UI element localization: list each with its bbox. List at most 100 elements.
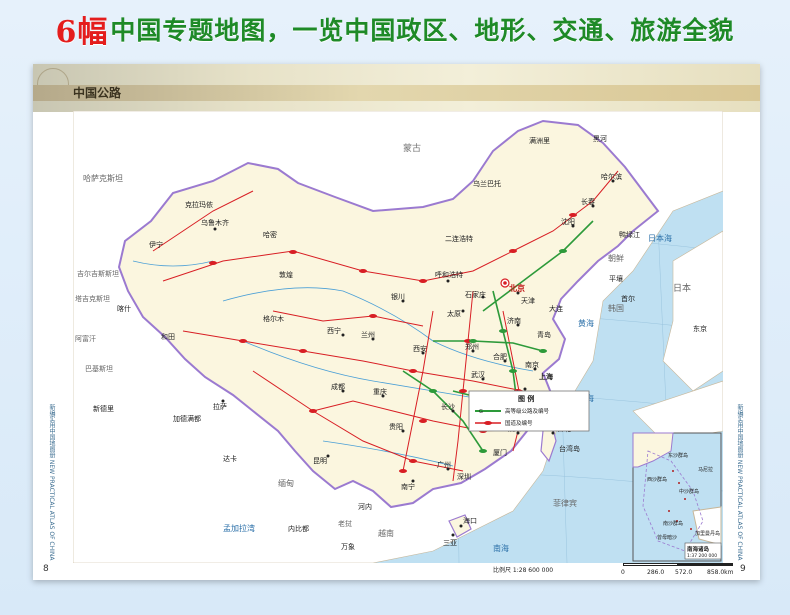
label-hanoi: 河内 bbox=[358, 502, 372, 511]
label-tianjin: 天津 bbox=[521, 297, 535, 305]
label-dalian: 大连 bbox=[549, 304, 563, 313]
label-chengdu: 成都 bbox=[331, 382, 345, 391]
label-kunming: 昆明 bbox=[313, 457, 327, 465]
scale-tick-0: 0 bbox=[621, 569, 625, 576]
scale-tick-3: 858.0km bbox=[707, 569, 734, 576]
legend-expressway-code: G bbox=[479, 409, 483, 415]
label-lanzhou: 兰州 bbox=[361, 330, 375, 339]
label-shanghai: 上海 bbox=[539, 372, 553, 381]
label-kashi: 喀什 bbox=[117, 304, 131, 313]
label-yinchuan: 银川 bbox=[391, 292, 405, 301]
legend-national-road-shield bbox=[484, 421, 492, 425]
label-hami: 哈密 bbox=[263, 230, 277, 239]
label-manzhouli: 满洲里 bbox=[529, 136, 550, 145]
label-yalu: 鸭绿江 bbox=[619, 230, 640, 239]
label-erenhot: 二连浩特 bbox=[445, 234, 473, 243]
label-dunhuang: 敦煌 bbox=[279, 270, 293, 279]
label-harbin: 哈尔滨 bbox=[601, 172, 622, 181]
label-shenzhen: 深圳 bbox=[457, 472, 471, 481]
label-xian: 西安 bbox=[413, 344, 427, 353]
label-kyrgyz: 吉尔吉斯斯坦 bbox=[77, 269, 119, 278]
label-changsha: 长沙 bbox=[441, 402, 455, 411]
label-geermu: 格尔木 bbox=[263, 314, 284, 323]
label-tokyo: 东京 bbox=[693, 324, 707, 333]
label-zengmu: 曾母暗沙 bbox=[657, 534, 677, 541]
label-chongqing: 重庆 bbox=[373, 387, 387, 396]
label-manila: 马尼拉 bbox=[698, 466, 713, 473]
south-sea-inset: 东沙群岛 西沙群岛 中沙群岛 南沙群岛 曾母暗沙 加里曼丹岛 马尼拉 南海诸岛 … bbox=[632, 432, 722, 562]
label-kelamayi: 克拉玛依 bbox=[185, 200, 213, 209]
label-nanning: 南宁 bbox=[401, 482, 415, 491]
label-tajik: 塔吉克斯坦 bbox=[75, 294, 110, 303]
label-ulaanbaatar: 乌兰巴托 bbox=[473, 179, 501, 188]
label-hefei: 合肥 bbox=[493, 352, 507, 361]
label-nanjing: 南京 bbox=[525, 360, 539, 369]
label-borneo: 加里曼丹岛 bbox=[695, 530, 720, 537]
label-nansha: 南沙群岛 bbox=[663, 520, 683, 527]
label-zhongsha: 中沙群岛 bbox=[679, 488, 699, 495]
beijing-capital-icon bbox=[500, 278, 510, 288]
label-taiwan: 台湾岛 bbox=[559, 444, 580, 453]
label-kathmandu: 加德满都 bbox=[173, 414, 201, 423]
label-dhaka: 达卡 bbox=[223, 454, 237, 463]
label-xiamen: 厦门 bbox=[493, 448, 507, 457]
section-title: 中国公路 bbox=[73, 86, 122, 100]
label-guiyang: 贵阳 bbox=[389, 422, 403, 431]
label-yellow-sea: 黄海 bbox=[578, 318, 594, 328]
label-guangzhou: 广州 bbox=[437, 460, 451, 469]
label-sanya: 三亚 bbox=[443, 539, 457, 547]
label-zhengzhou: 郑州 bbox=[465, 343, 479, 351]
headline-number: 6幅 bbox=[55, 15, 109, 50]
label-mongolia: 蒙古 bbox=[403, 142, 421, 154]
legend-national-road-text: 国道及编号 bbox=[505, 419, 533, 427]
label-heihe: 黑河 bbox=[593, 135, 607, 143]
label-hohhot: 呼和浩特 bbox=[435, 270, 463, 279]
promo-headline: 6幅 中国专题地图，一览中国政区、地形、交通、旅游全貌 bbox=[0, 0, 790, 58]
label-xining: 西宁 bbox=[327, 326, 341, 335]
left-page-number: 8 bbox=[43, 564, 49, 574]
label-vientiane: 万象 bbox=[341, 542, 355, 551]
label-south-sea: 南海 bbox=[493, 543, 509, 553]
right-spine-text: 新编实用中国地图册 NEW PRACTICAL ATLAS OF CHINA bbox=[736, 404, 743, 561]
label-afghanistan: 阿富汗 bbox=[75, 334, 96, 343]
label-haikou: 海口 bbox=[463, 516, 477, 525]
label-xisha: 西沙群岛 bbox=[647, 476, 667, 483]
banner-bar bbox=[33, 85, 760, 101]
label-new-delhi: 新德里 bbox=[93, 404, 114, 413]
label-changchun: 长春 bbox=[581, 197, 595, 206]
label-lhasa: 拉萨 bbox=[213, 402, 227, 411]
map-svg: 乌兰巴托 蒙古 北京 乌鲁木齐 哈尔滨 长春 沈阳 天津 石家庄 太原 济南 郑… bbox=[73, 111, 723, 563]
label-shenyang: 沈阳 bbox=[561, 217, 575, 226]
inset-scale: 1:37 200 000 bbox=[687, 553, 717, 559]
legend-title: 图 例 bbox=[518, 394, 534, 403]
label-dongsha: 东沙群岛 bbox=[668, 452, 688, 459]
china-highway-map: 乌兰巴托 蒙古 北京 乌鲁木齐 哈尔滨 长春 沈阳 天津 石家庄 太原 济南 郑… bbox=[73, 111, 723, 563]
label-myanmar: 缅甸 bbox=[278, 478, 294, 488]
label-seoul: 首尔 bbox=[621, 294, 635, 303]
label-taiyuan: 太原 bbox=[447, 309, 461, 318]
label-korea: 韩国 bbox=[608, 303, 624, 313]
atlas-spread: 中国公路 乌兰巴托 蒙古 北京 乌鲁木齐 哈尔滨 长春 沈阳 天津 石家庄 太原… bbox=[33, 64, 760, 580]
label-philippines: 菲律宾 bbox=[553, 498, 577, 508]
map-legend: 图 例 G 高等级公路及编号 国道及编号 bbox=[468, 390, 590, 432]
label-jinan: 济南 bbox=[507, 316, 521, 325]
label-pakistan: 巴基斯坦 bbox=[85, 364, 113, 373]
inset-title: 南海诸岛 bbox=[687, 545, 710, 553]
label-qingdao: 青岛 bbox=[537, 330, 551, 339]
left-spine-text: 新编实用中国地图册 NEW PRACTICAL ATLAS OF CHINA bbox=[48, 404, 55, 561]
label-urumqi: 乌鲁木齐 bbox=[201, 218, 229, 227]
right-page-number: 9 bbox=[740, 564, 746, 574]
label-bay-of-bengal: 孟加拉湾 bbox=[223, 523, 255, 533]
label-sea-of-japan: 日本海 bbox=[648, 233, 672, 243]
headline-text: 中国专题地图，一览中国政区、地形、交通、旅游全貌 bbox=[110, 16, 735, 45]
label-hetian: 和田 bbox=[161, 332, 175, 341]
label-beijing: 北京 bbox=[509, 283, 525, 293]
label-vietnam: 越南 bbox=[378, 528, 394, 538]
label-pyongyang: 平壤 bbox=[609, 274, 623, 283]
scale-tick-1: 286.0 bbox=[647, 569, 665, 576]
label-laos: 老挝 bbox=[338, 519, 352, 528]
label-shijiazhuang: 石家庄 bbox=[465, 290, 486, 299]
page-banner: 中国公路 bbox=[33, 64, 760, 112]
label-dprk: 朝鲜 bbox=[608, 253, 624, 263]
label-japan: 日本 bbox=[673, 282, 691, 294]
